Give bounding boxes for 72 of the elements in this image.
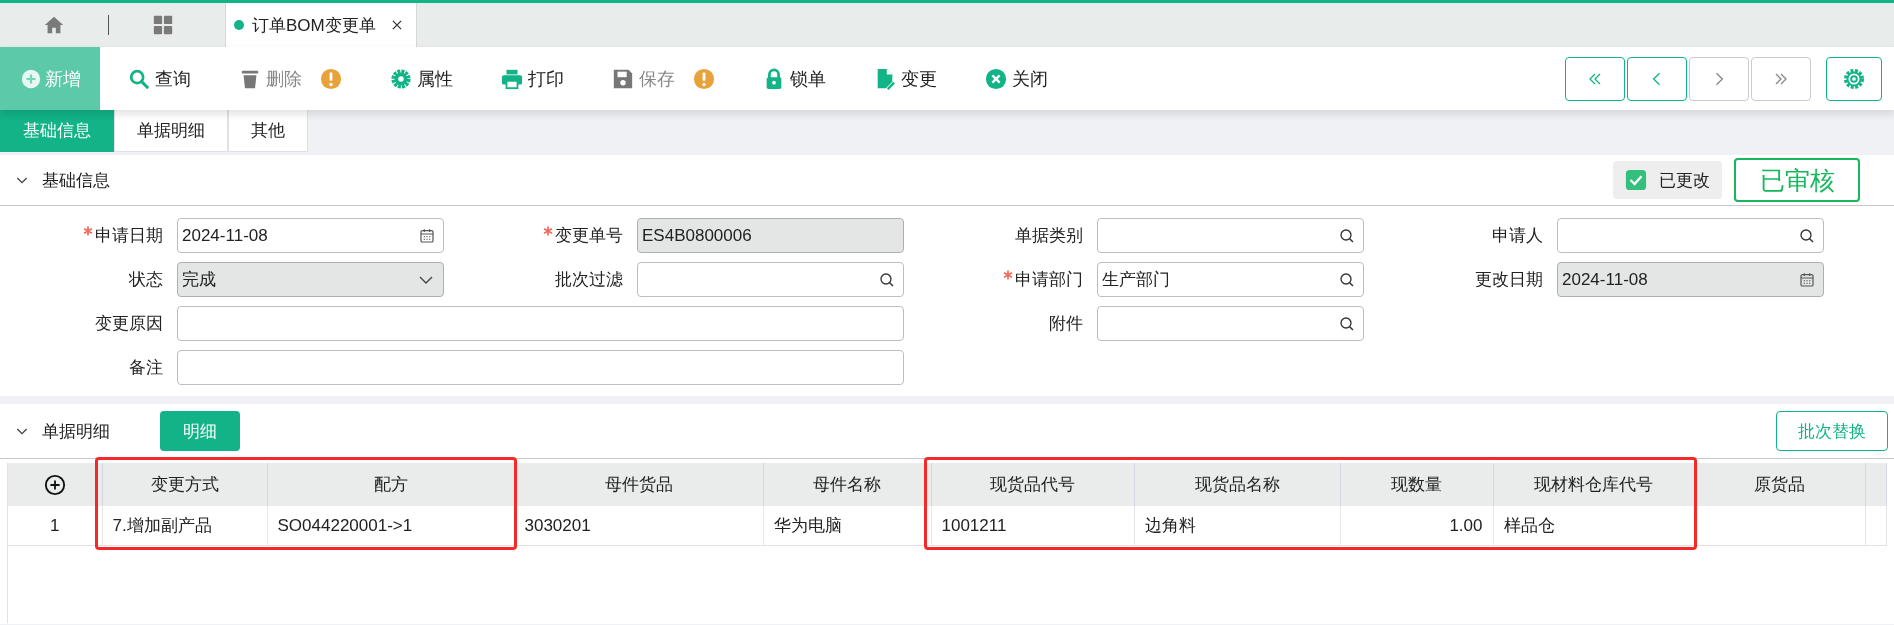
field-label: 备注 <box>129 357 163 379</box>
search-icon <box>1339 227 1355 244</box>
close-icon <box>985 67 1007 90</box>
column-header[interactable]: 变更方式 <box>102 463 267 506</box>
toolbar-button[interactable]: 关闭 <box>985 58 1048 99</box>
column-header[interactable]: 现材料仓库代号 <box>1493 463 1694 506</box>
field-label: 更改日期 <box>1475 269 1543 291</box>
form-tab[interactable]: 单据明细 <box>114 110 228 152</box>
approved-stamp: 已审核 <box>1734 158 1860 202</box>
document-tab[interactable]: 订单BOM变更单 <box>225 3 417 47</box>
table-cell: 1.00 <box>1340 506 1493 546</box>
dropdown[interactable]: 完成 <box>177 262 444 297</box>
date-field[interactable]: 2024-11-08 <box>1557 262 1824 297</box>
field-label: 变更单号 <box>555 225 623 247</box>
add-row-icon[interactable] <box>43 473 66 496</box>
field-label: 申请人 <box>1492 225 1543 247</box>
home-icon <box>43 14 65 36</box>
plus-circle-icon <box>19 67 42 90</box>
column-header[interactable]: 现货品代号 <box>931 463 1134 506</box>
form-tab[interactable]: 其他 <box>228 110 308 152</box>
column-header[interactable]: 原货品 <box>1694 463 1865 506</box>
printer-icon <box>501 67 523 90</box>
search-icon <box>879 271 895 288</box>
gear-icon <box>390 67 412 90</box>
pager-button[interactable] <box>1627 56 1687 101</box>
table-cell: 1001211 <box>931 506 1134 546</box>
row-number: 1 <box>8 506 102 546</box>
toolbar-button[interactable]: 查询 <box>128 58 191 99</box>
table-cell: 样品仓 <box>1493 506 1694 546</box>
lookup-field[interactable] <box>1557 218 1824 253</box>
toolbar-button[interactable]: 锁单 <box>763 58 826 99</box>
calendar-icon <box>1799 271 1815 288</box>
date-field[interactable]: 2024-11-08 <box>177 218 444 253</box>
search-icon <box>1799 227 1815 244</box>
column-header[interactable]: 配方 <box>267 463 514 506</box>
grid-icon <box>152 14 174 36</box>
lookup-field[interactable] <box>1097 218 1364 253</box>
section-title: 单据明细 <box>42 420 110 443</box>
table-cell: 3030201 <box>514 506 763 546</box>
field-label: 批次过滤 <box>555 269 623 291</box>
status-dot-icon <box>234 20 244 30</box>
column-header[interactable]: 现货品名称 <box>1134 463 1340 506</box>
table-cell: 华为电脑 <box>763 506 931 546</box>
table-cell: SO044220001->1 <box>267 506 514 546</box>
text-field[interactable] <box>177 306 904 341</box>
text-field[interactable] <box>177 350 904 385</box>
pager-button[interactable] <box>1565 56 1625 101</box>
calendar-icon <box>419 227 435 244</box>
text-field[interactable]: ES4B0800006 <box>637 218 904 253</box>
search-icon <box>1339 271 1355 288</box>
search-icon <box>128 67 150 90</box>
column-header[interactable]: 现数量 <box>1340 463 1493 506</box>
section-title: 基础信息 <box>42 169 110 192</box>
search-icon <box>1339 315 1355 332</box>
field-label: 状态 <box>129 269 163 291</box>
lookup-field[interactable] <box>1097 306 1364 341</box>
field-label: 变更原因 <box>95 313 163 335</box>
field-label: 附件 <box>1049 313 1083 335</box>
table-cell: 7.增加副产品 <box>102 506 267 546</box>
column-header[interactable]: 母件货品 <box>514 463 763 506</box>
field-label: 申请日期 <box>95 225 163 247</box>
column-header[interactable]: 母件名称 <box>763 463 931 506</box>
field-label: 申请部门 <box>1015 269 1083 291</box>
toolbar-button[interactable]: 打印 <box>501 58 564 99</box>
modified-checkbox[interactable]: 已更改 <box>1613 161 1722 199</box>
toolbar-button[interactable]: 属性 <box>390 58 453 99</box>
toolbar-button[interactable]: 变更 <box>874 58 937 99</box>
table-cell: 边角料 <box>1134 506 1340 546</box>
lookup-field[interactable]: 生产部门 <box>1097 262 1364 297</box>
field-label: 单据类别 <box>1015 225 1083 247</box>
lookup-field[interactable] <box>637 262 904 297</box>
settings-button[interactable] <box>1826 56 1882 101</box>
